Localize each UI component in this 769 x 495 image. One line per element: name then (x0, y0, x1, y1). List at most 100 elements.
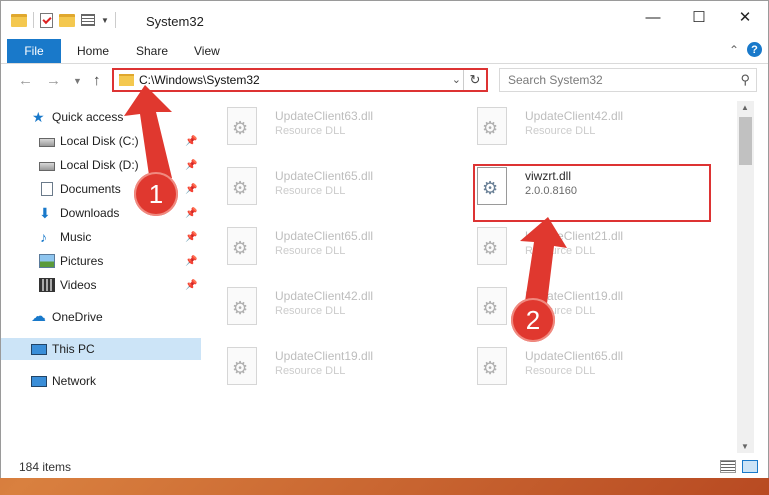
ribbon-right: ⌃ ? (729, 42, 762, 57)
forward-arrow-icon[interactable]: → (46, 72, 61, 89)
sidebar-item-label: OneDrive (52, 310, 103, 324)
gear-icon: ⚙ (482, 118, 499, 138)
vertical-scrollbar[interactable]: ▲ ▼ (737, 101, 754, 453)
disk-icon (39, 162, 55, 171)
step-2-badge: 2 (511, 298, 555, 342)
back-arrow-icon[interactable]: ← (18, 72, 33, 89)
sidebar-item-label: Downloads (60, 206, 120, 220)
pin-icon[interactable]: 📌 (185, 208, 197, 219)
music-icon: ♪ (40, 229, 47, 245)
file-description: Resource DLL (525, 125, 596, 137)
file-name: UpdateClient65.dll (275, 229, 374, 243)
file-tile[interactable]: ⚙ UpdateClient65.dll Resource DLL (453, 343, 693, 391)
file-name: UpdateClient19.dll (275, 349, 374, 363)
tiles-view-icon[interactable] (742, 460, 758, 473)
refresh-icon[interactable]: ↻ (463, 70, 486, 90)
sidebar-item-this-pc[interactable]: This PC (1, 338, 201, 360)
maximize-button[interactable]: ☐ (676, 1, 722, 33)
step-1-badge: 1 (134, 172, 178, 216)
recent-locations-icon[interactable]: ▼ (73, 76, 82, 86)
file-tile[interactable]: ⚙ UpdateClient19.dll Resource DLL (203, 343, 443, 391)
sidebar-item-pictures[interactable]: Pictures 📌 (1, 250, 201, 272)
help-icon[interactable]: ? (747, 42, 762, 57)
new-folder-icon[interactable] (59, 13, 75, 27)
pictures-icon (39, 254, 55, 268)
file-tile[interactable]: ⚙ UpdateClient63.dll Resource DLL (203, 103, 443, 151)
dll-file-icon: ⚙ (227, 347, 257, 385)
sidebar-item-label: Pictures (60, 254, 104, 268)
file-description: Resource DLL (275, 305, 346, 317)
file-tile[interactable]: ⚙ UpdateClient65.dll Resource DLL (203, 223, 443, 271)
sidebar-item-onedrive[interactable]: ☁ OneDrive (1, 306, 201, 328)
sidebar-item-music[interactable]: ♪ Music 📌 (1, 226, 201, 248)
sidebar-item-local-disk-c[interactable]: Local Disk (C:) 📌 (1, 130, 201, 152)
sidebar-item-videos[interactable]: Videos 📌 (1, 274, 201, 296)
pin-icon[interactable]: 📌 (185, 160, 197, 171)
tab-home[interactable]: Home (77, 44, 109, 58)
gear-icon: ⚙ (232, 358, 249, 378)
file-description: Resource DLL (275, 365, 346, 377)
sidebar-item-label: Network (52, 374, 97, 388)
dll-file-icon: ⚙ (477, 227, 507, 265)
pin-icon[interactable]: 📌 (185, 256, 197, 267)
chevron-down-icon[interactable]: ⌄ (452, 73, 461, 86)
sidebar-item-label: Local Disk (D:) (60, 158, 139, 172)
file-name: UpdateClient42.dll (275, 289, 374, 303)
file-description: Resource DLL (525, 365, 596, 377)
folder-icon (11, 13, 27, 27)
window-title: System32 (146, 14, 204, 29)
file-tile[interactable]: ⚙ UpdateClient19.dll Resource DLL (453, 283, 693, 331)
status-bar: 184 items (1, 456, 768, 478)
minimize-button[interactable]: — (630, 1, 676, 33)
explorer-window: ▼ System32 — ☐ ✕ File Home Share View ⌃ … (0, 0, 769, 478)
details-view-icon[interactable] (720, 460, 736, 473)
item-count: 184 items (19, 460, 72, 474)
file-description: Resource DLL (275, 125, 346, 137)
chevron-up-icon[interactable]: ⌃ (729, 43, 739, 57)
ribbon-tabs: File Home Share View ⌃ ? (1, 39, 768, 64)
gear-icon: ⚙ (482, 358, 499, 378)
search-icon[interactable]: ⚲ (740, 72, 750, 88)
file-description: Resource DLL (525, 245, 596, 257)
folder-icon (119, 74, 134, 86)
file-tile[interactable]: ⚙ UpdateClient65.dll Resource DLL (203, 163, 443, 211)
pin-icon[interactable]: 📌 (185, 280, 197, 291)
dll-file-icon: ⚙ (227, 107, 257, 145)
properties-icon[interactable] (40, 12, 53, 28)
tab-file[interactable]: File (7, 39, 61, 63)
disk-icon (39, 138, 55, 147)
file-tile[interactable]: ⚙ UpdateClient42.dll Resource DLL (453, 103, 693, 151)
sidebar-item-label: Videos (60, 278, 97, 292)
scroll-down-icon[interactable]: ▼ (741, 442, 749, 451)
gear-icon: ⚙ (482, 238, 499, 258)
file-name: UpdateClient65.dll (275, 169, 374, 183)
file-name: UpdateClient65.dll (525, 349, 624, 363)
sidebar-item-network[interactable]: Network (1, 370, 201, 392)
scroll-up-icon[interactable]: ▲ (741, 103, 749, 112)
scrollbar-thumb[interactable] (739, 117, 752, 165)
tab-view[interactable]: View (194, 44, 220, 58)
quick-access-toolbar: ▼ (11, 12, 116, 28)
file-description: Resource DLL (275, 185, 346, 197)
address-row: ← → ▼ ↑ C:\Windows\System32 ⌄ ↻ Search S… (1, 64, 768, 98)
address-path[interactable]: C:\Windows\System32 (139, 73, 260, 87)
chevron-down-icon[interactable]: ▼ (101, 16, 109, 25)
file-tile[interactable]: ⚙ UpdateClient42.dll Resource DLL (203, 283, 443, 331)
view-icon[interactable] (81, 14, 95, 26)
pin-icon[interactable]: 📌 (185, 136, 197, 147)
address-bar[interactable]: C:\Windows\System32 ⌄ ↻ (112, 68, 488, 92)
close-button[interactable]: ✕ (722, 1, 768, 33)
sidebar-item-local-disk-d[interactable]: Local Disk (D:) 📌 (1, 154, 201, 176)
gear-icon: ⚙ (482, 298, 499, 318)
divider (33, 12, 34, 28)
search-input[interactable]: Search System32 ⚲ (499, 68, 757, 92)
dll-file-icon: ⚙ (227, 287, 257, 325)
file-list: ⚙ UpdateClient63.dll Resource DLL ⚙ Upda… (203, 101, 736, 453)
pin-icon[interactable]: 📌 (185, 232, 197, 243)
up-arrow-icon[interactable]: ↑ (93, 72, 101, 89)
gear-icon: ⚙ (232, 118, 249, 138)
sidebar-item-quick-access[interactable]: ★ Quick access (1, 106, 201, 128)
tab-share[interactable]: Share (136, 44, 168, 58)
file-tile[interactable]: ⚙ UpdateClient21.dll Resource DLL (453, 223, 693, 271)
pin-icon[interactable]: 📌 (185, 184, 197, 195)
